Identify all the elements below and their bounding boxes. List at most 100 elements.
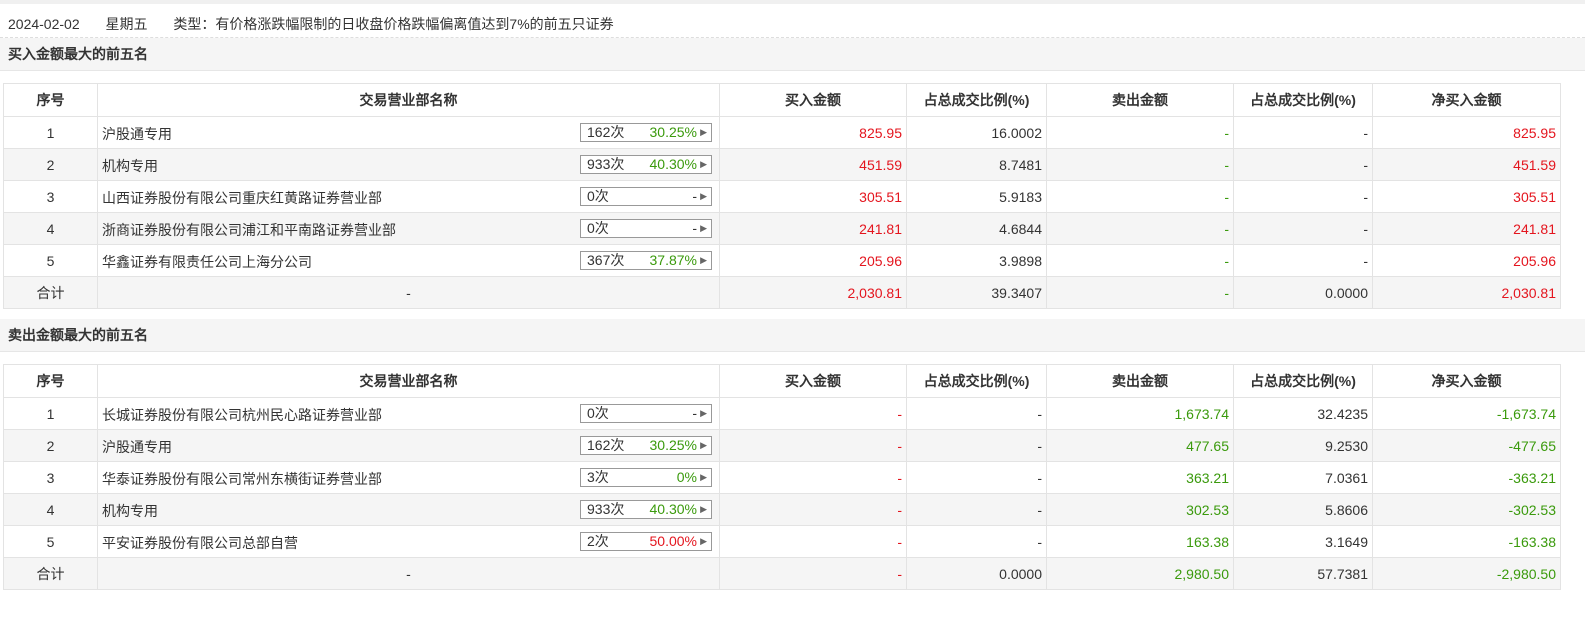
chevron-right-icon: ▶ [700, 255, 707, 265]
chevron-right-icon: ▶ [700, 504, 707, 514]
total-sell-ratio: 0.0000 [1233, 276, 1373, 309]
net-amount: 241.81 [1372, 212, 1561, 245]
sell-ratio: 5.8606 [1233, 493, 1373, 526]
chevron-right-icon: ▶ [700, 191, 707, 201]
branch-stats-dropdown[interactable]: 367次 37.87% ▶ [580, 251, 712, 270]
appear-count: 3次 [587, 469, 609, 485]
column-header: 序号 [3, 364, 98, 398]
win-rate: - [692, 188, 697, 204]
branch-stats-dropdown[interactable]: 162次 30.25% ▶ [580, 123, 712, 142]
buy-amount: - [719, 397, 907, 430]
branch-name-cell: 平安证券股份有限公司总部自营 2次 50.00% ▶ [97, 525, 720, 558]
sell-amount: - [1046, 212, 1234, 245]
branch-name-link[interactable]: 机构专用 [102, 501, 158, 521]
table-row: 1 沪股通专用 162次 30.25% ▶ 825.95 16.0002- -825.95 [3, 116, 1561, 149]
branch-stats-dropdown[interactable]: 0次 - ▶ [580, 219, 712, 238]
buy-ratio: 4.6844 [906, 212, 1047, 245]
branch-name-cell: 沪股通专用 162次 30.25% ▶ [97, 116, 720, 149]
net-amount: -163.38 [1372, 525, 1561, 558]
branch-name-link[interactable]: 华鑫证券有限责任公司上海分公司 [102, 252, 312, 272]
sell-amount: 302.53 [1046, 493, 1234, 526]
buy-ratio: - [906, 493, 1047, 526]
buy-ratio: 5.9183 [906, 180, 1047, 213]
branch-stats-dropdown[interactable]: 3次 0% ▶ [580, 468, 712, 487]
weekday: 星期五 [105, 16, 148, 32]
sell-amount: - [1046, 116, 1234, 149]
branch-name-link[interactable]: 长城证券股份有限公司杭州民心路证券营业部 [102, 405, 382, 425]
branch-name-cell: 沪股通专用 162次 30.25% ▶ [97, 429, 720, 462]
appear-count: 0次 [587, 188, 609, 204]
net-amount: 825.95 [1372, 116, 1561, 149]
net-amount: 205.96 [1372, 244, 1561, 277]
buy-amount: 241.81 [719, 212, 907, 245]
branch-name-link[interactable]: 华泰证券股份有限公司常州东横街证券营业部 [102, 469, 382, 489]
branch-name-cell: 华泰证券股份有限公司常州东横街证券营业部 3次 0% ▶ [97, 461, 720, 494]
win-rate: 30.25% [649, 124, 697, 140]
buy-amount: - [719, 493, 907, 526]
column-header: 交易营业部名称 [97, 364, 720, 398]
appear-count: 933次 [587, 501, 625, 517]
total-buy-ratio: 39.3407 [906, 276, 1047, 309]
column-header: 买入金额 [719, 83, 907, 117]
branch-name-cell: 机构专用 933次 40.30% ▶ [97, 493, 720, 526]
appear-count: 0次 [587, 405, 609, 421]
branch-stats-dropdown[interactable]: 933次 40.30% ▶ [580, 500, 712, 519]
branch-name-cell: 机构专用 933次 40.30% ▶ [97, 148, 720, 181]
branch-stats-dropdown[interactable]: 0次 - ▶ [580, 404, 712, 423]
branch-name-link[interactable]: 平安证券股份有限公司总部自营 [102, 533, 298, 553]
table-row: 1 长城证券股份有限公司杭州民心路证券营业部 0次 - ▶ - -1,673.74 32.42… [3, 397, 1561, 430]
table-row: 4 浙商证券股份有限公司浦江和平南路证券营业部 0次 - ▶ 241.81 4.6844- -… [3, 212, 1561, 245]
column-header: 净买入金额 [1372, 83, 1561, 117]
total-name: - [97, 557, 720, 590]
appear-count: 162次 [587, 124, 625, 140]
win-rate: 30.25% [649, 437, 697, 453]
sell-table: 序号 交易营业部名称 买入金额 占总成交比例(%) 卖出金额 占总成交比例(%) 净买入金额… [3, 364, 1561, 590]
branch-name-cell: 山西证券股份有限公司重庆红黄路证券营业部 0次 - ▶ [97, 180, 720, 213]
table-row: 5 平安证券股份有限公司总部自营 2次 50.00% ▶ - -163.38 3.1649 -1… [3, 525, 1561, 558]
row-index: 2 [3, 429, 98, 462]
win-rate: 40.30% [649, 156, 697, 172]
branch-name-link[interactable]: 沪股通专用 [102, 124, 172, 144]
chevron-right-icon: ▶ [700, 159, 707, 169]
sell-ratio: 32.4235 [1233, 397, 1373, 430]
branch-name-cell: 长城证券股份有限公司杭州民心路证券营业部 0次 - ▶ [97, 397, 720, 430]
branch-name-link[interactable]: 机构专用 [102, 156, 158, 176]
branch-stats-dropdown[interactable]: 2次 50.00% ▶ [580, 532, 712, 551]
win-rate: 40.30% [649, 501, 697, 517]
total-buy-ratio: 0.0000 [906, 557, 1047, 590]
buy-amount: - [719, 429, 907, 462]
sell-ratio: - [1233, 180, 1373, 213]
chevron-right-icon: ▶ [700, 472, 707, 482]
total-buy-amount: - [719, 557, 907, 590]
branch-name-link[interactable]: 浙商证券股份有限公司浦江和平南路证券营业部 [102, 220, 396, 240]
total-name: - [97, 276, 720, 309]
branch-stats-dropdown[interactable]: 0次 - ▶ [580, 187, 712, 206]
column-header: 序号 [3, 83, 98, 117]
row-index: 1 [3, 116, 98, 149]
header-row: 序号 交易营业部名称 买入金额 占总成交比例(%) 卖出金额 占总成交比例(%) 净买入金额 [3, 83, 1561, 117]
sell-section-title: 卖出金额最大的前五名 [0, 319, 1585, 352]
total-row: 合计 - -0.0000 2,980.50 57.7381 -2,980.50 [3, 557, 1561, 590]
branch-name-link[interactable]: 山西证券股份有限公司重庆红黄路证券营业部 [102, 188, 382, 208]
buy-amount: - [719, 525, 907, 558]
branch-stats-dropdown[interactable]: 162次 30.25% ▶ [580, 436, 712, 455]
branch-name-link[interactable]: 沪股通专用 [102, 437, 172, 457]
row-index: 5 [3, 244, 98, 277]
net-amount: -302.53 [1372, 493, 1561, 526]
sell-ratio: - [1233, 212, 1373, 245]
branch-stats-dropdown[interactable]: 933次 40.30% ▶ [580, 155, 712, 174]
column-header: 卖出金额 [1046, 83, 1234, 117]
buy-amount: 825.95 [719, 116, 907, 149]
table-row: 3 山西证券股份有限公司重庆红黄路证券营业部 0次 - ▶ 305.51 5.9183- -3… [3, 180, 1561, 213]
buy-ratio: 16.0002 [906, 116, 1047, 149]
buy-amount: 451.59 [719, 148, 907, 181]
sell-amount: - [1046, 244, 1234, 277]
header-row: 序号 交易营业部名称 买入金额 占总成交比例(%) 卖出金额 占总成交比例(%) 净买入金额 [3, 364, 1561, 398]
win-rate: - [692, 405, 697, 421]
appear-count: 162次 [587, 437, 625, 453]
chevron-right-icon: ▶ [700, 440, 707, 450]
column-header: 交易营业部名称 [97, 83, 720, 117]
sell-amount: 1,673.74 [1046, 397, 1234, 430]
net-amount: 451.59 [1372, 148, 1561, 181]
chevron-right-icon: ▶ [700, 408, 707, 418]
